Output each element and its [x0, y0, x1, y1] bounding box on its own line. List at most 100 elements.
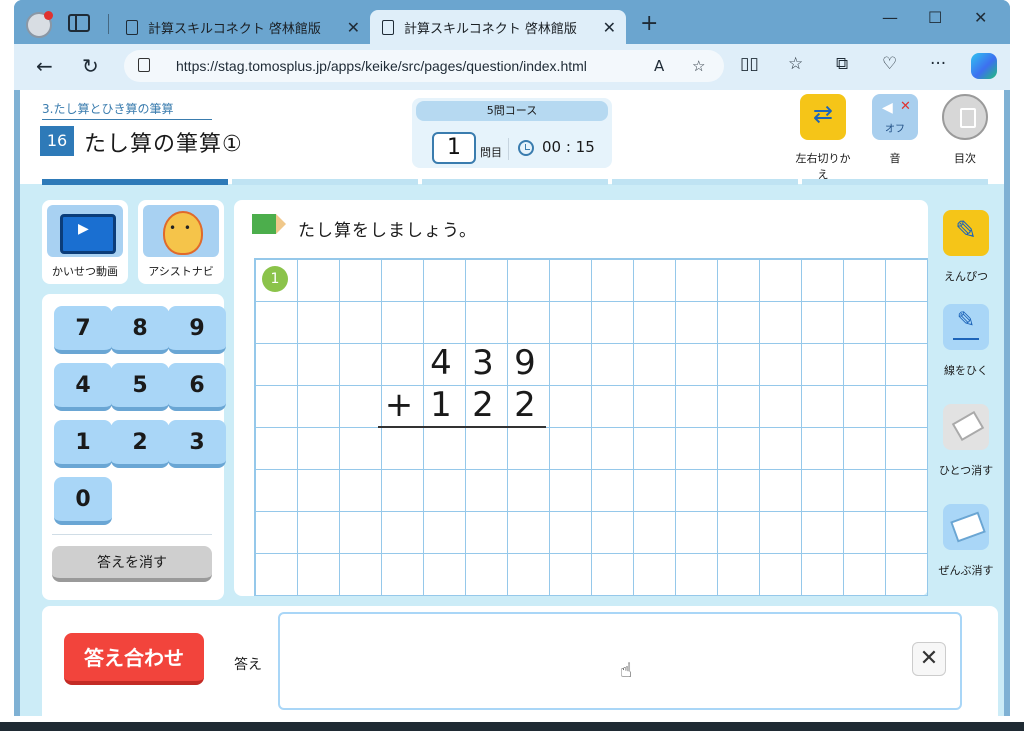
pencil-icon[interactable] [943, 210, 989, 256]
more-options-icon[interactable]: ··· [930, 54, 946, 74]
cat-mascot-icon[interactable] [143, 205, 219, 257]
favorite-star-icon[interactable]: ☆ [692, 57, 705, 75]
browser-essentials-icon[interactable]: ♡ [882, 54, 897, 74]
key-4[interactable]: 4 [54, 363, 112, 411]
key-5[interactable]: 5 [111, 363, 169, 411]
eraser-all-icon[interactable] [943, 504, 989, 550]
top-digit-ones: 9 [514, 343, 536, 383]
lesson-number-badge: 16 [40, 126, 74, 156]
back-icon[interactable]: ← [36, 54, 53, 78]
maximize-icon[interactable]: ☐ [928, 8, 942, 27]
url-text[interactable]: https://stag.tomosplus.jp/apps/keike/src… [176, 58, 587, 74]
work-area: たし算をしましょう。 1 4 3 9 + 1 2 2 [234, 200, 928, 596]
tab-bar: 計算スキルコネクト 啓林館版 ✕ 計算スキルコネクト 啓林館版 ✕ + — ☐ … [14, 0, 1010, 44]
progress-bar [42, 179, 988, 185]
sound-state-label: オフ [885, 124, 905, 135]
address-bar[interactable]: https://stag.tomosplus.jp/apps/keike/src… [124, 50, 724, 82]
key-1[interactable]: 1 [54, 420, 112, 468]
erase-all-button[interactable]: ぜんぶ消す [934, 504, 998, 578]
assist-navi-label: アシストナビ [148, 265, 214, 278]
question-number: 1 [432, 132, 476, 164]
key-9[interactable]: 9 [168, 306, 226, 354]
top-digit-hundreds: 4 [430, 343, 452, 383]
left-panel: かいせつ動画 アシストナビ 7 8 9 4 5 6 1 2 3 0 答えを消す [42, 200, 226, 600]
assist-navi-button[interactable]: アシストナビ [138, 200, 224, 284]
course-status-panel: 5問コース 1 問目 00 : 15 [412, 98, 612, 168]
explanation-video-label: かいせつ動画 [52, 265, 118, 278]
speaker-icon: ◀ [882, 100, 893, 116]
read-aloud-icon[interactable]: A [654, 57, 664, 75]
question-badge: 1 [262, 266, 288, 292]
sound-muted-icon[interactable]: ◀ ✕ オフ [872, 94, 918, 140]
line-tool-button[interactable]: 線をひく [934, 304, 998, 378]
clear-input-icon[interactable]: ✕ [912, 642, 946, 676]
erase-one-button[interactable]: ひとつ消す [934, 404, 998, 478]
erase-one-label: ひとつ消す [938, 464, 994, 477]
document-icon [382, 19, 394, 35]
tab-separator [108, 14, 109, 34]
answer-label: 答え [234, 657, 262, 673]
close-tab-icon[interactable]: ✕ [603, 18, 616, 37]
key-6[interactable]: 6 [168, 363, 226, 411]
document-icon [126, 19, 138, 35]
video-icon[interactable] [47, 205, 123, 257]
refresh-icon[interactable]: ↻ [82, 54, 99, 78]
swap-sides-button[interactable]: 左右切りかえ [792, 94, 854, 182]
key-8[interactable]: 8 [111, 306, 169, 354]
key-7[interactable]: 7 [54, 306, 112, 354]
browser-tab-2-title: 計算スキルコネクト 啓林館版 [404, 21, 577, 37]
explanation-video-button[interactable]: かいせつ動画 [42, 200, 128, 284]
eraser-icon[interactable] [943, 404, 989, 450]
lock-icon[interactable] [138, 58, 150, 72]
profile-avatar[interactable] [26, 11, 53, 38]
collections-icon[interactable]: ⧉ [836, 54, 848, 74]
clock-icon [518, 140, 534, 156]
copilot-icon[interactable] [971, 53, 997, 79]
sound-label: 音 [889, 152, 901, 165]
close-window-icon[interactable]: ✕ [974, 8, 987, 27]
table-of-contents-label: 目次 [954, 152, 976, 165]
clear-answer-button[interactable]: 答えを消す [52, 546, 212, 582]
progress-segment [42, 179, 228, 185]
bottom-digit-ones: 2 [514, 385, 536, 425]
minimize-icon[interactable]: — [882, 8, 898, 27]
question-unit-label: 問目 [480, 146, 502, 159]
hand-cursor-icon: ☝ [620, 658, 633, 682]
swap-arrows-icon[interactable] [800, 94, 846, 140]
close-tab-icon[interactable]: ✕ [347, 18, 360, 37]
top-digit-tens: 3 [472, 343, 494, 383]
progress-segment [232, 179, 418, 185]
sound-toggle-button[interactable]: ◀ ✕ オフ 音 [864, 94, 926, 166]
browser-tab-2[interactable]: 計算スキルコネクト 啓林館版 ✕ [370, 10, 626, 44]
number-keypad: 7 8 9 4 5 6 1 2 3 0 答えを消す [42, 294, 226, 600]
divider [508, 138, 509, 160]
key-2[interactable]: 2 [111, 420, 169, 468]
writing-grid[interactable] [254, 258, 928, 596]
app-header: 3.たし算とひき算の筆算 16 たし算の筆算① 5問コース 1 問目 00 : … [20, 90, 1004, 185]
browser-window: 計算スキルコネクト 啓林館版 ✕ 計算スキルコネクト 啓林館版 ✕ + — ☐ … [14, 0, 1010, 716]
key-3[interactable]: 3 [168, 420, 226, 468]
address-bar-row: ← ↻ https://stag.tomosplus.jp/apps/keike… [14, 44, 1010, 90]
mute-x-icon: ✕ [900, 99, 911, 114]
answer-area: 答え合わせ 答え ✕ ☝ [42, 606, 998, 716]
book-icon[interactable] [942, 94, 988, 140]
new-tab-icon[interactable]: + [640, 13, 658, 35]
check-answer-button[interactable]: 答え合わせ [64, 633, 204, 685]
unit-breadcrumb[interactable]: 3.たし算とひき算の筆算 [42, 100, 212, 120]
table-of-contents-button[interactable]: 目次 [934, 94, 996, 166]
instruction-text: たし算をしましょう。 [298, 221, 477, 241]
pencil-tool-button[interactable]: えんぴつ [934, 210, 998, 284]
progress-segment [612, 179, 798, 185]
favorites-icon[interactable]: ☆ [788, 54, 803, 74]
line-tool-label: 線をひく [944, 364, 988, 377]
progress-segment [802, 179, 988, 185]
key-0[interactable]: 0 [54, 477, 112, 525]
erase-all-label: ぜんぶ消す [938, 564, 994, 577]
browser-tab-1-title: 計算スキルコネクト 啓林館版 [148, 21, 321, 37]
split-screen-icon[interactable]: ▯▯ [740, 54, 759, 74]
draw-line-icon[interactable] [943, 304, 989, 350]
tab-actions-icon[interactable] [68, 14, 90, 32]
plus-operator: + [384, 385, 414, 425]
browser-tab-1[interactable]: 計算スキルコネクト 啓林館版 ✕ [114, 10, 370, 44]
timer: 00 : 15 [542, 138, 595, 156]
